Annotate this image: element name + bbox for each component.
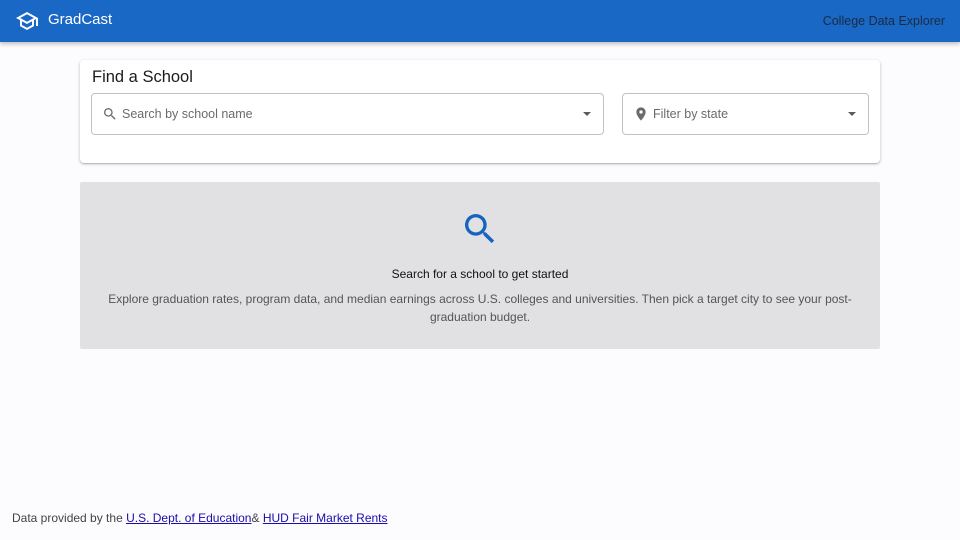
card-title: Find a School	[92, 68, 193, 86]
empty-state-description: Explore graduation rates, program data, …	[108, 292, 852, 324]
footer-attribution: Data provided by the U.S. Dept. of Educa…	[12, 511, 388, 526]
school-search-field[interactable]	[91, 93, 604, 135]
education-dept-link[interactable]: U.S. Dept. of Education	[126, 511, 251, 525]
school-search-input[interactable]	[122, 104, 562, 124]
hud-fair-market-rents-link[interactable]: HUD Fair Market Rents	[263, 511, 388, 525]
footer-separator: &	[251, 511, 263, 525]
search-icon	[104, 108, 116, 120]
find-school-card: Find a School	[80, 60, 880, 163]
state-filter-input[interactable]	[653, 104, 823, 124]
graduation-cap-icon	[16, 12, 38, 30]
chevron-down-icon[interactable]	[848, 112, 856, 116]
college-data-explorer-link[interactable]: College Data Explorer	[823, 13, 945, 29]
state-filter-field[interactable]	[622, 93, 869, 135]
footer-prefix: Data provided by the	[12, 511, 127, 525]
empty-state-panel: Search for a school to get started Explo…	[80, 182, 880, 349]
brand-name[interactable]: GradCast	[48, 11, 112, 29]
search-icon	[465, 214, 495, 244]
location-pin-icon	[636, 107, 646, 121]
empty-state-title: Search for a school to get started	[391, 267, 569, 281]
chevron-down-icon[interactable]	[583, 112, 591, 116]
app-bar: GradCast College Data Explorer	[0, 0, 960, 42]
